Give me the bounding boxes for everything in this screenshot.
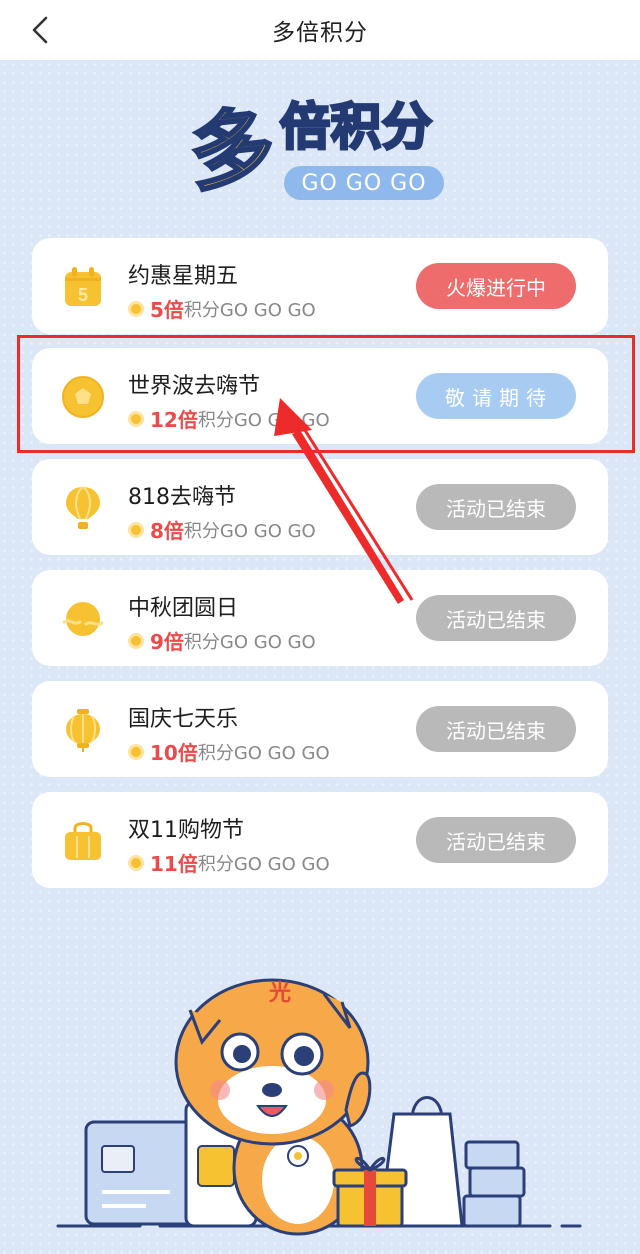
activity-card[interactable]: 双11购物节 11倍 积分GO GO GO 活动已结束 [32,792,608,888]
multiplier-suffix: 积分GO GO GO [197,409,330,431]
multiplier-suffix: 积分GO GO GO [183,520,316,542]
coin-icon [128,300,144,317]
multiplier-suffix: 积分GO GO GO [183,299,316,321]
mascot-illustration: 光 [56,978,582,1236]
activity-card[interactable]: 818去嗨节 8倍 积分GO GO GO 活动已结束 [32,459,608,555]
activity-subtitle: 5倍 积分GO GO GO [128,294,316,323]
activity-title: 约惠星期五 [128,264,239,289]
svg-text:光: 光 [268,981,291,1006]
status-button-ended[interactable]: 活动已结束 [416,595,576,641]
multiplier-suffix: 积分GO GO GO [183,631,316,653]
coin-icon [128,632,144,649]
multiplier-value: 5倍 [150,298,184,322]
soccer-ball-icon [60,374,106,420]
activity-card[interactable]: 世界波去嗨节 12倍 积分GO GO GO 敬请期待 [32,348,608,444]
chevron-left-icon [32,16,48,44]
multiplier-suffix: 积分GO GO GO [197,742,330,764]
activity-card[interactable]: 国庆七天乐 10倍 积分GO GO GO 活动已结束 [32,681,608,777]
multiplier-value: 10倍 [150,741,198,765]
activity-subtitle: 12倍 积分GO GO GO [128,404,330,433]
svg-text:5: 5 [78,285,88,305]
coin-icon [128,854,144,871]
navbar: 多倍积分 [0,0,640,60]
multiplier-value: 9倍 [150,630,184,654]
activity-title: 国庆七天乐 [128,707,239,732]
status-button-ended[interactable]: 活动已结束 [416,484,576,530]
multiplier-value: 12倍 [150,408,198,432]
calendar-icon: 5 [60,264,106,310]
back-button[interactable] [22,12,58,48]
status-button-ended[interactable]: 活动已结束 [416,817,576,863]
status-button-ended[interactable]: 活动已结束 [416,706,576,752]
multiplier-value: 11倍 [150,852,198,876]
logo-big-char: 多 [184,95,281,204]
activity-title: 世界波去嗨节 [128,374,261,399]
activity-card[interactable]: 中秋团圆日 9倍 积分GO GO GO 活动已结束 [32,570,608,666]
status-button-hot[interactable]: 火爆进行中 [416,263,576,309]
hot-air-balloon-icon [60,485,106,531]
activity-title: 818去嗨节 [128,485,236,510]
multiplier-value: 8倍 [150,519,184,543]
activity-title: 双11购物节 [128,818,244,843]
logo-title: 倍积分 [279,98,434,156]
activity-title: 中秋团圆日 [128,596,239,621]
lantern-icon [60,707,106,753]
multi-points-logo: 多 倍积分 GO GO GO [184,95,460,238]
page-title: 多倍积分 [272,20,368,46]
coin-icon [128,743,144,760]
activity-subtitle: 11倍 积分GO GO GO [128,848,330,877]
logo-pill: GO GO GO [284,166,444,200]
status-button-coming-soon[interactable]: 敬请期待 [416,373,576,419]
coin-icon [128,410,144,427]
coin-icon [128,521,144,538]
activity-subtitle: 8倍 积分GO GO GO [128,515,316,544]
moon-icon [60,596,106,642]
activity-subtitle: 10倍 积分GO GO GO [128,737,330,766]
activity-subtitle: 9倍 积分GO GO GO [128,626,316,655]
multiplier-suffix: 积分GO GO GO [197,853,330,875]
main-content: 多 倍积分 GO GO GO 5 约惠星期五 5倍 积分GO GO GO 火爆进… [0,60,640,1254]
shopping-bag-icon [60,818,106,864]
activity-card[interactable]: 5 约惠星期五 5倍 积分GO GO GO 火爆进行中 [32,238,608,334]
